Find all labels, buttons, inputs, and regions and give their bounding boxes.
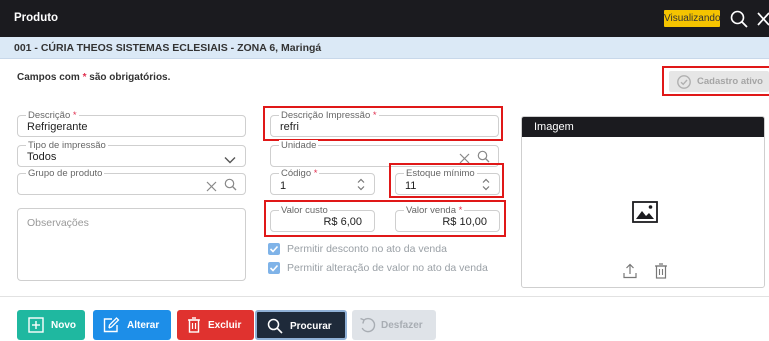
- required-star: *: [82, 72, 87, 83]
- unidade-field[interactable]: Unidade: [270, 140, 499, 169]
- stepper-icon[interactable]: [356, 177, 366, 197]
- unidade-label: Unidade: [279, 140, 319, 151]
- image-placeholder-icon: [632, 201, 658, 228]
- descricao-field[interactable]: Descrição * Refrigerante: [17, 110, 246, 137]
- company-bar: 001 - CÚRIA THEOS SISTEMAS ECLESIAIS - Z…: [0, 37, 769, 59]
- descricao-label: Descrição *: [26, 110, 79, 121]
- observacoes-textarea[interactable]: Observações: [17, 208, 246, 281]
- active-status-button[interactable]: Cadastro ativo: [669, 71, 769, 92]
- stepper-icon[interactable]: [481, 177, 491, 197]
- clear-icon[interactable]: [459, 151, 470, 169]
- checkbox-desconto-label: Permitir desconto no ato da venda: [287, 243, 447, 255]
- tipo-impressao-select[interactable]: Tipo de impressão Todos: [17, 140, 246, 170]
- estoque-minimo-value: 11: [405, 180, 417, 192]
- undo-icon: [360, 317, 376, 333]
- required-note: Campos com * são obrigatórios.: [17, 72, 170, 83]
- trash-icon[interactable]: [654, 263, 668, 284]
- descricao-impressao-value: refri: [280, 121, 299, 133]
- title-bar: Produto Visualizando: [0, 0, 769, 37]
- estoque-minimo-field[interactable]: Estoque mínimo 11: [395, 168, 500, 197]
- clear-icon[interactable]: [206, 179, 217, 197]
- mode-badge: Visualizando: [664, 10, 721, 27]
- trash-icon: [188, 317, 200, 333]
- check-circle-icon: [677, 75, 691, 89]
- valor-venda-value: R$ 10,00: [442, 216, 487, 228]
- alterar-button[interactable]: Alterar: [93, 310, 171, 340]
- search-icon[interactable]: [729, 9, 749, 29]
- upload-icon[interactable]: [622, 263, 638, 284]
- toolbar-divider: [0, 296, 769, 297]
- edit-icon: [103, 317, 120, 333]
- observacoes-placeholder: Observações: [27, 217, 89, 229]
- valor-custo-label: Valor custo: [279, 205, 330, 216]
- excluir-button[interactable]: Excluir: [177, 310, 254, 340]
- alterar-label: Alterar: [127, 320, 160, 331]
- checkbox-checked-icon[interactable]: [268, 262, 280, 274]
- window-title: Produto: [14, 12, 59, 24]
- descricao-impressao-label: Descrição Impressão *: [279, 110, 379, 121]
- search-icon: [267, 318, 283, 334]
- grupo-produto-label: Grupo de produto: [26, 168, 105, 179]
- required-note-prefix: Campos com: [17, 72, 80, 83]
- checkbox-desconto[interactable]: Permitir desconto no ato da venda: [268, 243, 518, 257]
- valor-venda-label: Valor venda *: [404, 205, 465, 216]
- chevron-down-icon[interactable]: [224, 152, 236, 170]
- codigo-value: 1: [280, 180, 287, 192]
- image-panel-title: Imagem: [522, 117, 764, 137]
- required-note-suffix: são obrigatórios.: [89, 72, 171, 83]
- descricao-impressao-field[interactable]: Descrição Impressão * refri: [270, 110, 499, 137]
- novo-label: Novo: [51, 320, 76, 331]
- close-icon[interactable]: [756, 9, 769, 29]
- checkbox-alteracao[interactable]: Permitir alteração de valor no ato da ve…: [268, 262, 518, 276]
- valor-venda-field[interactable]: Valor venda * R$ 10,00: [395, 205, 500, 232]
- procurar-label: Procurar: [290, 321, 332, 332]
- desfazer-button[interactable]: Desfazer: [352, 310, 436, 340]
- tipo-impressao-value: Todos: [27, 151, 57, 163]
- valor-custo-field[interactable]: Valor custo R$ 6,00: [270, 205, 375, 232]
- estoque-minimo-label: Estoque mínimo: [404, 168, 477, 179]
- novo-button[interactable]: Novo: [17, 310, 85, 340]
- search-icon[interactable]: [224, 178, 237, 196]
- codigo-label: Código *: [279, 168, 320, 179]
- image-panel: Imagem: [521, 116, 765, 288]
- checkbox-checked-icon[interactable]: [268, 243, 280, 255]
- grupo-produto-field[interactable]: Grupo de produto: [17, 168, 246, 197]
- desfazer-label: Desfazer: [381, 320, 423, 331]
- plus-square-icon: [28, 317, 44, 333]
- procurar-button[interactable]: Procurar: [255, 310, 347, 340]
- excluir-label: Excluir: [208, 320, 242, 331]
- search-icon[interactable]: [477, 150, 490, 168]
- descricao-value: Refrigerante: [27, 121, 88, 133]
- company-name: 001 - CÚRIA THEOS SISTEMAS ECLESIAIS - Z…: [14, 42, 322, 54]
- codigo-field[interactable]: Código * 1: [270, 168, 375, 197]
- tipo-impressao-label: Tipo de impressão: [26, 140, 108, 151]
- valor-custo-value: R$ 6,00: [323, 216, 362, 228]
- active-status-label: Cadastro ativo: [697, 76, 763, 87]
- checkbox-alteracao-label: Permitir alteração de valor no ato da ve…: [287, 262, 488, 274]
